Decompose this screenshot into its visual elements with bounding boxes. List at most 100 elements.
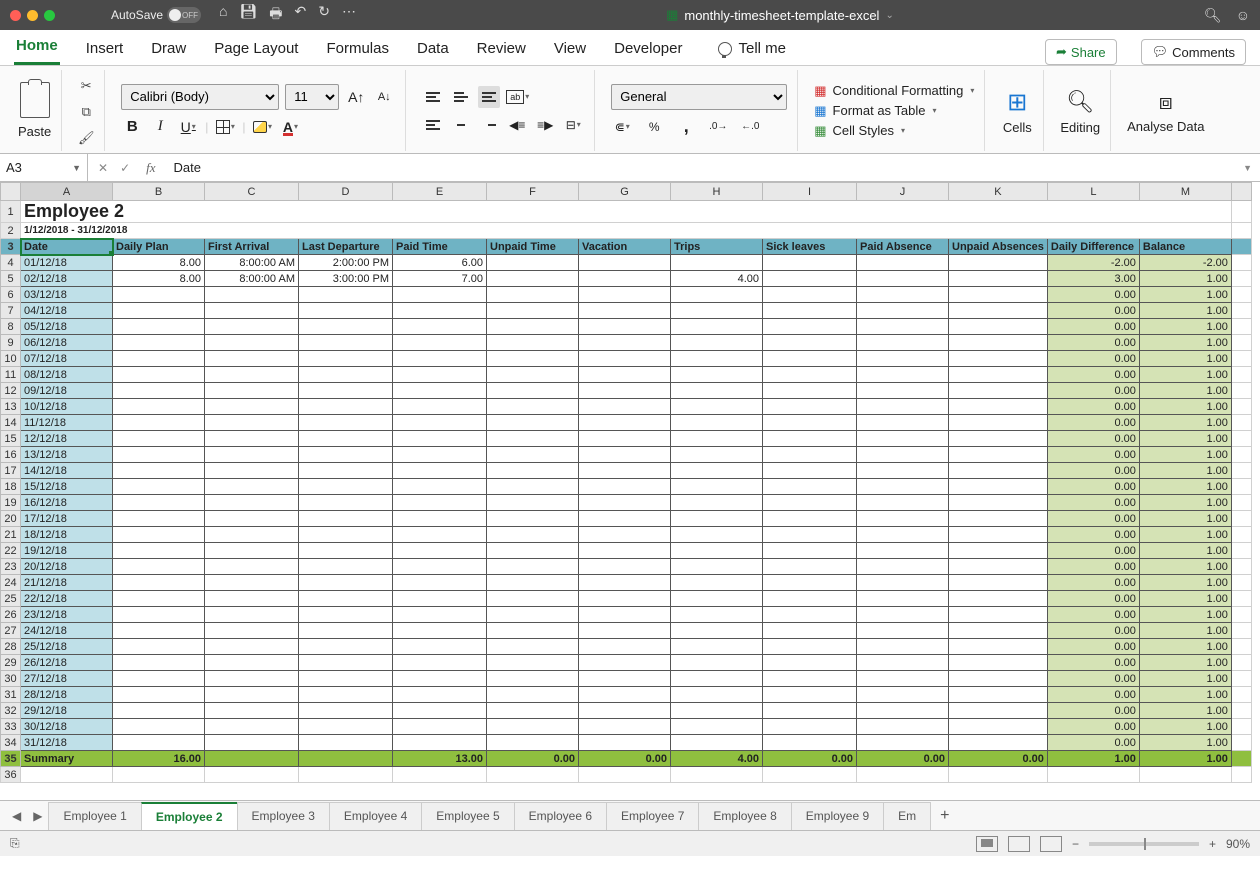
cell[interactable] [487,367,579,383]
cut-icon[interactable]: ✂ [78,78,94,94]
tab-developer[interactable]: Developer [612,34,684,65]
cell[interactable]: 22/12/18 [21,591,113,607]
redo-icon[interactable]: ↻ [318,3,330,27]
cell[interactable] [763,527,857,543]
cell[interactable] [949,607,1048,623]
cell[interactable] [299,495,393,511]
format-painter-icon[interactable]: 🖌 [78,130,94,146]
cell[interactable] [487,415,579,431]
tab-view[interactable]: View [552,34,588,65]
cell[interactable] [487,351,579,367]
cell[interactable] [949,703,1048,719]
cell[interactable] [857,511,949,527]
cell[interactable] [393,719,487,735]
row-header[interactable]: 20 [1,511,21,527]
cell[interactable] [857,671,949,687]
cell[interactable] [1231,767,1251,783]
cell[interactable] [949,591,1048,607]
cell[interactable] [205,751,299,767]
cell[interactable] [857,335,949,351]
cell[interactable]: 20/12/18 [21,559,113,575]
cell[interactable] [949,303,1048,319]
cell[interactable]: 0.00 [1047,687,1139,703]
comma-button[interactable]: , [675,116,697,138]
cell[interactable] [763,655,857,671]
paste-button[interactable] [20,82,50,118]
cell[interactable] [763,399,857,415]
cell[interactable]: 1.00 [1139,751,1231,767]
cell[interactable] [949,543,1048,559]
cell[interactable]: 1.00 [1139,415,1231,431]
cell[interactable] [113,303,205,319]
cell[interactable] [487,271,579,287]
cell[interactable]: 29/12/18 [21,703,113,719]
row-header[interactable]: 29 [1,655,21,671]
cell[interactable] [393,399,487,415]
cell[interactable]: 25/12/18 [21,639,113,655]
cell[interactable]: 1.00 [1139,367,1231,383]
cell[interactable] [671,655,763,671]
cell[interactable] [763,303,857,319]
bold-button[interactable]: B [121,116,143,138]
row-header[interactable]: 27 [1,623,21,639]
cell[interactable] [205,399,299,415]
cell[interactable] [857,495,949,511]
merge-button[interactable]: ⊟▾ [562,114,584,136]
cell[interactable] [205,415,299,431]
cell[interactable] [487,287,579,303]
cell[interactable] [299,511,393,527]
document-title[interactable]: ▦ monthly-timesheet-template-excel ⌄ [364,7,1196,23]
cell[interactable]: 3:00:00 PM [299,271,393,287]
cell[interactable]: 0.00 [1047,303,1139,319]
sheet-tab[interactable]: Employee 8 [698,802,791,830]
cell[interactable] [949,495,1048,511]
cell[interactable]: 0.00 [1047,575,1139,591]
cell[interactable]: 0.00 [1047,591,1139,607]
cell[interactable]: 05/12/18 [21,319,113,335]
currency-button[interactable]: ⋐▾ [611,116,633,138]
cell[interactable] [393,303,487,319]
cell[interactable] [579,351,671,367]
cell[interactable] [949,415,1048,431]
row-header[interactable]: 32 [1,703,21,719]
cell[interactable] [857,735,949,751]
cell[interactable] [487,735,579,751]
cell[interactable] [763,447,857,463]
row-header[interactable]: 3 [1,239,21,255]
cell[interactable] [763,335,857,351]
cell[interactable]: 4.00 [671,751,763,767]
cell[interactable]: -2.00 [1047,255,1139,271]
cell[interactable] [487,703,579,719]
cell[interactable] [393,543,487,559]
cell[interactable] [299,687,393,703]
cell[interactable] [857,655,949,671]
cell[interactable] [487,383,579,399]
cell[interactable] [21,767,113,783]
cell[interactable] [113,735,205,751]
cell[interactable] [763,319,857,335]
cell[interactable] [857,719,949,735]
cell[interactable] [113,367,205,383]
cell[interactable] [393,767,487,783]
cell[interactable] [857,687,949,703]
cell[interactable] [113,431,205,447]
sheet-tab[interactable]: Em [883,802,931,830]
tab-home[interactable]: Home [14,31,60,65]
cell[interactable]: 1.00 [1139,655,1231,671]
cell[interactable] [487,335,579,351]
decrease-font-icon[interactable]: A↓ [373,86,395,108]
cell[interactable] [299,415,393,431]
column-header[interactable]: J [857,183,949,201]
cell[interactable] [763,415,857,431]
row-header[interactable]: 19 [1,495,21,511]
cell[interactable] [393,367,487,383]
italic-button[interactable]: I [149,116,171,138]
cell[interactable] [763,671,857,687]
table-header-cell[interactable]: Last Departure [299,239,393,255]
cell[interactable] [487,543,579,559]
cell[interactable]: 0.00 [857,751,949,767]
cell[interactable] [671,703,763,719]
cell[interactable] [205,575,299,591]
sheet-nav-next[interactable]: ▶ [27,809,48,823]
cell[interactable] [579,367,671,383]
